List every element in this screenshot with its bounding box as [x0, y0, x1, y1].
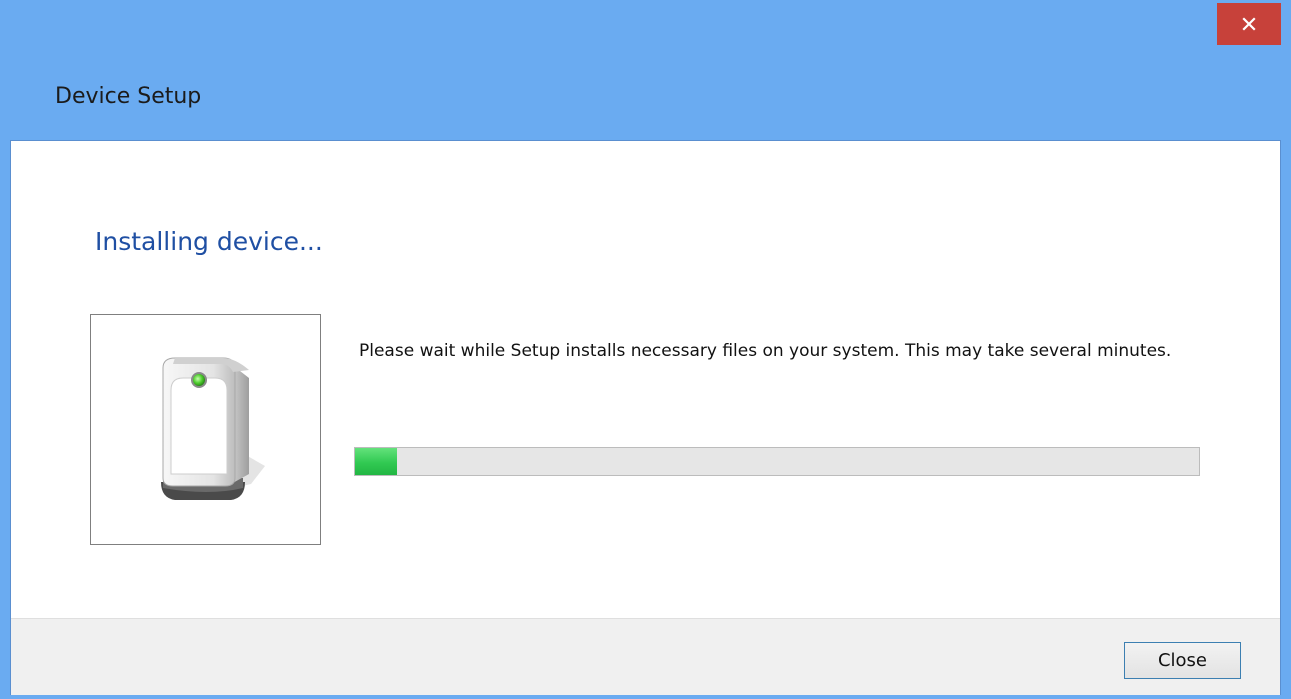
- dialog-content: Installing device... Please wait while S…: [10, 140, 1281, 695]
- device-image-frame: [90, 314, 321, 545]
- progress-fill: [355, 448, 398, 475]
- device-icon: [161, 357, 265, 500]
- status-message: Please wait while Setup installs necessa…: [359, 341, 1172, 361]
- install-progress-bar: [354, 447, 1200, 476]
- device-setup-window: Device Setup Installing device... Please…: [0, 0, 1291, 699]
- page-heading: Installing device...: [95, 227, 323, 256]
- window-close-button[interactable]: [1217, 3, 1281, 45]
- close-button[interactable]: Close: [1124, 642, 1241, 679]
- close-icon: [1242, 17, 1256, 31]
- window-title: Device Setup: [55, 84, 202, 109]
- dialog-footer: Close: [11, 618, 1280, 695]
